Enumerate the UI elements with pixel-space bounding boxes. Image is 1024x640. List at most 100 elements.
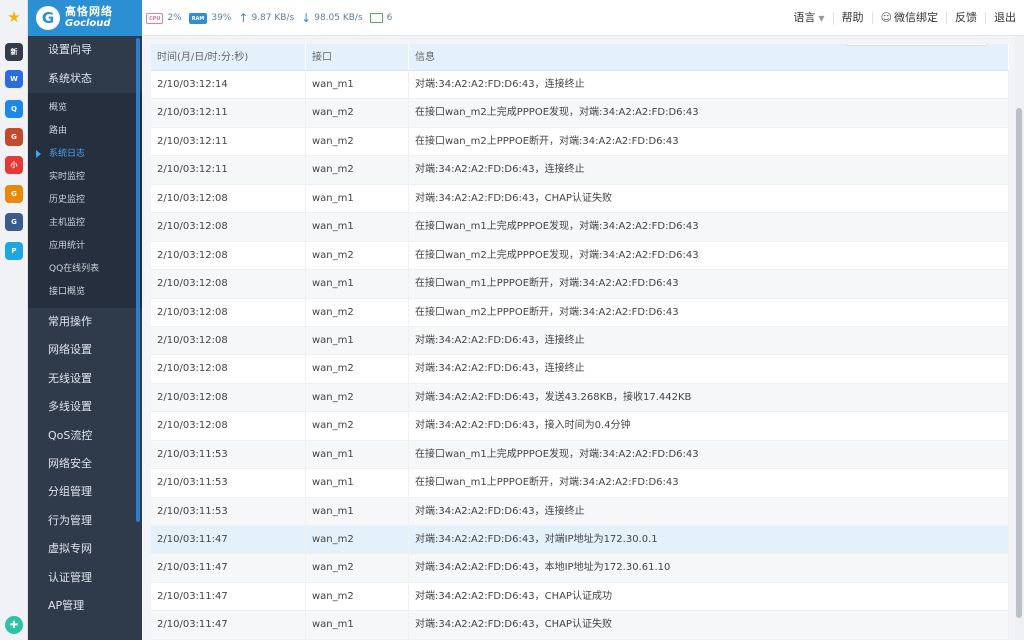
language-menu[interactable]: 语言 ▼ [785, 10, 834, 25]
sidebar-item-top-1[interactable]: 系统状态 [28, 65, 142, 94]
favorite-red-app-icon[interactable]: 小 [5, 156, 23, 174]
brand-name-cn: 高恪网络 [65, 5, 113, 18]
table-body: 2/10/03:12:14 wan_m1 对端:34:A2:A2:FD:D6:43，… [151, 71, 1009, 640]
table-row[interactable]: 2/10/03:11:53 wan_m1 在接口wan_m1上完成PPPOE发现，对… [151, 440, 1009, 470]
cell-info: 对端:34:A2:A2:FD:D6:43，发送43.268KB，接收17.442… [409, 383, 1009, 412]
chevron-down-icon: ▼ [818, 13, 825, 23]
cell-time: 2/10/03:11:53 [151, 440, 306, 469]
sidebar-item-10[interactable]: AP管理 [28, 592, 142, 620]
cell-time: 2/10/03:11:47 [151, 526, 306, 554]
sidebar-subitem-7[interactable]: QQ在线列表 [28, 258, 142, 281]
cell-info: 在接口wan_m1上PPPOE断开，对端:34:A2:A2:FD:D6:43 [409, 469, 1009, 497]
favorite-p-app-icon[interactable]: P [5, 242, 23, 260]
sidebar-subitem-4[interactable]: 历史监控 [28, 189, 142, 212]
favorite-game1-icon[interactable]: G [5, 128, 23, 146]
table-row[interactable]: 2/10/03:12:08 wan_m2 对端:34:A2:A2:FD:D6:43，… [151, 383, 1009, 413]
favorite-chat-icon[interactable]: Q [5, 100, 23, 118]
header-info[interactable]: 信息 [409, 44, 1009, 70]
cell-info: 对端:34:A2:A2:FD:D6:43，连接终止 [409, 326, 1009, 355]
table-row[interactable]: 2/10/03:12:08 wan_m1 在接口wan_m1上完成PPPOE发现，对… [151, 213, 1009, 242]
cell-info: 对端:34:A2:A2:FD:D6:43，CHAP认证失败 [409, 184, 1009, 213]
favorite-doc-icon[interactable]: W [5, 70, 23, 88]
favorite-news-icon[interactable]: 新 [5, 43, 23, 61]
table-row[interactable]: 2/10/03:12:11 wan_m2 在接口wan_m2上PPPOE断开，对端:… [151, 127, 1009, 157]
table-row[interactable]: 2/10/03:12:08 wan_m2 在接口wan_m2上完成PPPOE发现，对… [151, 241, 1009, 271]
cell-info: 在接口wan_m2上PPPOE断开，对端:34:A2:A2:FD:D6:43 [409, 127, 1009, 156]
sidebar-item-7[interactable]: 行为管理 [28, 507, 142, 535]
logout-link[interactable]: 退出 [986, 12, 1018, 24]
sidebar-item-2[interactable]: 无线设置 [28, 365, 142, 393]
sidebar-item-6[interactable]: 分组管理 [28, 478, 142, 506]
cell-time: 2/10/03:12:08 [151, 184, 306, 213]
devices-stat[interactable]: 6 [369, 13, 392, 23]
cell-interface: wan_m1 [306, 440, 409, 469]
sidebar-item-4[interactable]: QoS流控 [28, 422, 142, 450]
scrollbar-thumb[interactable] [1016, 108, 1022, 618]
sidebar-item-9[interactable]: 认证管理 [28, 564, 142, 592]
search-input[interactable] [846, 44, 988, 46]
cell-interface: wan_m1 [306, 326, 409, 355]
feedback-link[interactable]: 反馈 [947, 12, 986, 24]
cell-info: 在接口wan_m2上完成PPPOE发现，对端:34:A2:A2:FD:D6:43 [409, 99, 1009, 127]
monitor-icon [369, 13, 383, 23]
upload-value: 9.87 KB/s [251, 13, 295, 23]
table-row[interactable]: 2/10/03:12:14 wan_m1 对端:34:A2:A2:FD:D6:43，… [151, 71, 1009, 100]
sidebar-subitem-3[interactable]: 实时监控 [28, 166, 142, 189]
download-stat: ↓ 98.05 KB/s [301, 11, 363, 25]
download-arrow-icon: ↓ [301, 11, 312, 25]
sidebar-subitem-2[interactable]: 系统日志 [28, 143, 142, 166]
table-row[interactable]: 2/10/03:12:11 wan_m2 在接口wan_m2上完成PPPOE发现，对… [151, 99, 1009, 128]
sidebar-item-8[interactable]: 虚拟专网 [28, 535, 142, 563]
favorite-star-icon[interactable]: ★ [5, 8, 23, 26]
sidebar-item-5[interactable]: 网络安全 [28, 450, 142, 478]
cell-time: 2/10/03:11:53 [151, 497, 306, 525]
wechat-label: 微信绑定 [894, 11, 938, 24]
sidebar-item-1[interactable]: 网络设置 [28, 336, 142, 364]
table-row[interactable]: 2/10/03:11:47 wan_m2 对端:34:A2:A2:FD:D6:43，… [151, 526, 1009, 555]
table-header: 时间(月/日/时:分:秒) 接口 信息 [151, 44, 1009, 71]
wechat-bind-link[interactable]: ☺ 微信绑定 [873, 12, 947, 24]
sidebar-item-3[interactable]: 多线设置 [28, 393, 142, 421]
sidebar-subitem-6[interactable]: 应用统计 [28, 235, 142, 258]
header-interface[interactable]: 接口 [306, 44, 409, 70]
sidebar-subitem-0[interactable]: 概览 [28, 97, 142, 120]
help-link[interactable]: 帮助 [834, 12, 873, 24]
table-row[interactable]: 2/10/03:12:08 wan_m2 对端:34:A2:A2:FD:D6:43，… [151, 355, 1009, 384]
favorite-game3-icon[interactable]: G [5, 213, 23, 231]
sidebar-item-top-0[interactable]: 设置向导 [28, 36, 142, 65]
cell-interface: wan_m1 [306, 497, 409, 525]
sidebar-item-0[interactable]: 常用操作 [28, 308, 142, 336]
sidebar-subitem-1[interactable]: 路由 [28, 120, 142, 143]
table-row[interactable]: 2/10/03:12:08 wan_m1 对端:34:A2:A2:FD:D6:43，… [151, 184, 1009, 214]
brand-logo[interactable]: G 高恪网络 Gocloud [28, 0, 142, 36]
page-scrollbar[interactable] [1015, 36, 1024, 640]
ram-stat: RAM 39% [188, 12, 231, 24]
system-status-submenu: 概览 路由 系统日志 实时监控 历史监控 主机监控 应用统计 QQ在线列表 接口概览 [28, 93, 142, 308]
cell-info: 在接口wan_m1上完成PPPOE发现，对端:34:A2:A2:FD:D6:43 [409, 440, 1009, 469]
language-label: 语言 [793, 10, 816, 24]
table-row[interactable]: 2/10/03:11:47 wan_m1 对端:34:A2:A2:FD:D6:43，… [151, 611, 1009, 640]
cell-interface: wan_m1 [306, 611, 409, 639]
table-row[interactable]: 2/10/03:12:08 wan_m2 对端:34:A2:A2:FD:D6:43，… [151, 412, 1009, 441]
table-row[interactable]: 2/10/03:12:08 wan_m1 在接口wan_m1上PPPOE断开，对端:… [151, 270, 1009, 299]
header-time[interactable]: 时间(月/日/时:分:秒) [151, 44, 306, 70]
table-row[interactable]: 2/10/03:11:53 wan_m1 对端:34:A2:A2:FD:D6:43，… [151, 497, 1009, 526]
system-log-table: 时间(月/日/时:分:秒) 接口 信息 2/10/03:12:14 wan_m1 对… [151, 44, 1009, 640]
sidebar: 设置向导 系统状态 概览 路由 系统日志 实时监控 历史监控 主机监控 应用统计 QQ在线列表接… [28, 36, 142, 640]
table-row[interactable]: 2/10/03:11:47 wan_m2 对端:34:A2:A2:FD:D6:43，… [151, 582, 1009, 612]
table-row[interactable]: 2/10/03:11:53 wan_m1 在接口wan_m1上PPPOE断开，对端:… [151, 469, 1009, 498]
cell-interface: wan_m2 [306, 355, 409, 383]
add-favorite-icon[interactable]: ✚ [5, 616, 23, 634]
table-row[interactable]: 2/10/03:12:11 wan_m2 对端:34:A2:A2:FD:D6:43，… [151, 156, 1009, 185]
cell-interface: wan_m2 [306, 582, 409, 611]
main-content: 时间(月/日/时:分:秒) 接口 信息 2/10/03:12:14 wan_m1 对… [142, 36, 1024, 640]
sidebar-subitem-8[interactable]: 接口概览 [28, 281, 142, 304]
cell-time: 2/10/03:12:14 [151, 71, 306, 99]
cell-info: 在接口wan_m1上PPPOE断开，对端:34:A2:A2:FD:D6:43 [409, 270, 1009, 298]
table-row[interactable]: 2/10/03:12:08 wan_m2 在接口wan_m2上PPPOE断开，对端:… [151, 298, 1009, 327]
table-row[interactable]: 2/10/03:11:47 wan_m2 对端:34:A2:A2:FD:D6:43，… [151, 554, 1009, 583]
table-row[interactable]: 2/10/03:12:08 wan_m1 对端:34:A2:A2:FD:D6:43，… [151, 326, 1009, 356]
favorite-game2-icon[interactable]: G [5, 185, 23, 203]
sidebar-subitem-5[interactable]: 主机监控 [28, 212, 142, 235]
cell-info: 对端:34:A2:A2:FD:D6:43，CHAP认证失败 [409, 611, 1009, 639]
